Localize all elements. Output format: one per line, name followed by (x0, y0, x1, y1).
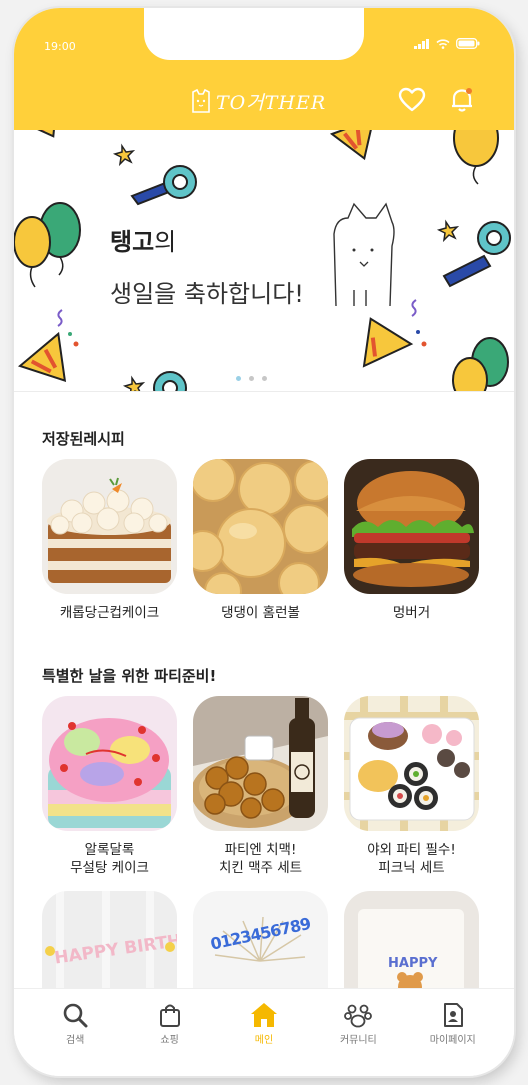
carrot-cake-image[interactable] (42, 459, 177, 594)
heart-icon (398, 87, 426, 112)
favorites-button[interactable] (396, 84, 428, 116)
tab-search[interactable]: 검색 (35, 1001, 115, 1076)
burger-image[interactable] (344, 459, 479, 594)
tab-mypage[interactable]: 마이페이지 (413, 1001, 493, 1076)
pagination-dot[interactable] (236, 376, 241, 381)
app-logo[interactable]: TO거THER (190, 86, 326, 116)
signal-icon (414, 38, 429, 49)
saved-recipes-list: 캐롭당근컵케이크 댕댕이 홈런볼 멍버거 (42, 459, 479, 622)
party-prep-title: 특별한 날을 위한 파티준비! (42, 667, 217, 685)
battery-icon (456, 38, 480, 49)
tab-main[interactable]: 메인 (224, 1001, 304, 1076)
pet-name-suffix: 의 (154, 228, 177, 256)
profile-icon (443, 1003, 463, 1027)
birthday-banner[interactable]: 탱고의 생일을 축하합니다! (14, 130, 514, 392)
paw-icon (344, 1004, 373, 1028)
phone-frame: 19:00 TO거THER 탱고의 생일을 축하합니다! 저장된레시피 캐롭당근… (14, 8, 514, 1076)
picnic-set-photo (344, 696, 479, 831)
burger-photo (344, 459, 479, 594)
bottom-tab-bar: 검색 쇼핑 메인 커뮤니티 마이페이지 (14, 988, 514, 1076)
recipe-label: 댕댕이 홈런볼 (221, 605, 300, 621)
party-prep-list: 알록달록 무설탕 케이크 파티엔 치맥! 치킨 맥주 세트 야외 파티 필수! … (42, 696, 479, 877)
saved-recipes-title: 저장된레시피 (42, 430, 125, 448)
shopping-bag-icon (159, 1004, 180, 1027)
card-happy-text: HAPPY (388, 956, 438, 971)
tab-label: 쇼핑 (160, 1035, 179, 1046)
tab-label: 메인 (254, 1035, 274, 1046)
product-label: 야외 파티 필수! 피크닉 세트 (367, 842, 456, 876)
product-label: 알록달록 무설탕 케이크 (70, 842, 149, 876)
colorful-cake-image[interactable] (42, 696, 177, 831)
notch (144, 8, 364, 60)
notifications-button[interactable] (446, 84, 478, 116)
carrot-cake-photo (42, 459, 177, 594)
pagination-dot[interactable] (249, 376, 254, 381)
pagination-dot[interactable] (262, 376, 267, 381)
banner-title: 탱고의 (110, 222, 176, 257)
product-card[interactable]: 알록달록 무설탕 케이크 (42, 696, 177, 877)
picnic-set-image[interactable] (344, 696, 479, 831)
tab-community[interactable]: 커뮤니티 (318, 1001, 398, 1076)
product-label: 파티엔 치맥! 치킨 맥주 세트 (218, 842, 303, 876)
recipe-card[interactable]: 댕댕이 홈런볼 (193, 459, 328, 622)
bell-icon (452, 88, 472, 112)
product-card[interactable]: 파티엔 치맥! 치킨 맥주 세트 (193, 696, 328, 877)
app-header: 19:00 TO거THER (14, 8, 514, 130)
recipe-label: 멍버거 (392, 605, 431, 621)
home-icon (250, 1003, 277, 1027)
recipe-card[interactable]: 멍버거 (344, 459, 479, 622)
recipe-card[interactable]: 캐롭당근컵케이크 (42, 459, 177, 622)
logo-text: TO거THER (216, 91, 327, 114)
pet-name: 탱고 (110, 228, 155, 256)
party-decoration-illustration (14, 130, 511, 391)
chicken-beer-photo (193, 696, 328, 831)
tab-label: 커뮤니티 (339, 1035, 377, 1046)
product-card[interactable]: 야외 파티 필수! 피크닉 세트 (344, 696, 479, 877)
dog-face-logo-icon (192, 88, 210, 113)
tab-label: 검색 (65, 1035, 85, 1046)
puff-balls-image[interactable] (193, 459, 328, 594)
puff-balls-photo (193, 459, 328, 594)
wifi-icon (436, 38, 450, 49)
tab-label: 마이페이지 (429, 1035, 476, 1046)
chicken-beer-image[interactable] (193, 696, 328, 831)
status-icons (414, 38, 480, 49)
banner-message: 생일을 축하합니다! (110, 280, 304, 308)
recipe-label: 캐롭당근컵케이크 (59, 605, 160, 621)
status-time: 19:00 (44, 40, 76, 53)
tab-shopping[interactable]: 쇼핑 (130, 1001, 210, 1076)
search-icon (63, 1003, 88, 1028)
banner-pagination[interactable] (236, 376, 267, 381)
colorful-cake-photo (42, 696, 177, 831)
